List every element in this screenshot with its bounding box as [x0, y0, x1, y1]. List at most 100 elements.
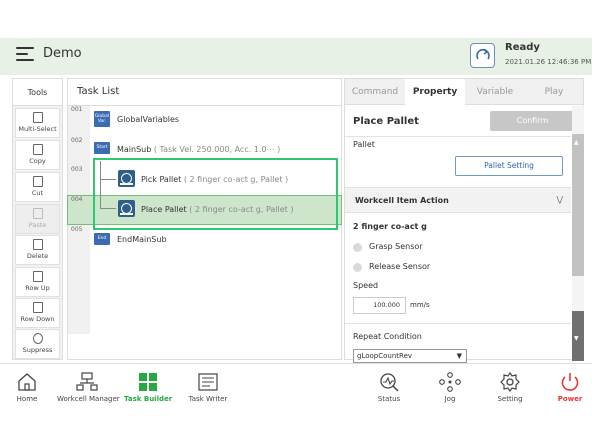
start-badge: Start — [94, 142, 110, 154]
row-down-icon — [32, 302, 43, 313]
tab-property[interactable]: Property — [405, 79, 465, 105]
paste-button[interactable]: Paste — [15, 204, 60, 234]
radio-button — [353, 263, 362, 272]
home-icon — [18, 373, 36, 391]
task-row-endmainsub[interactable]: End EndMainSub — [92, 232, 340, 248]
bottom-navigation: Home Workcell Manager Task Builder Task … — [0, 363, 592, 420]
cut-icon — [32, 176, 43, 187]
refresh-icon — [476, 48, 490, 60]
divider — [345, 323, 571, 324]
tab-command[interactable]: Command — [345, 79, 405, 105]
repeat-condition-dropdown[interactable]: gLoopCountRev ▼ — [353, 349, 467, 363]
task-builder-icon — [139, 373, 157, 391]
divider — [345, 136, 571, 137]
radio-button — [353, 243, 362, 252]
row-number: 005 — [71, 226, 83, 233]
task-params: ( Task Vel. 250.000, Acc. 1.0⋯ ) — [153, 145, 281, 154]
global-var-badge: Global Var. — [94, 111, 110, 127]
section-title: Workcell Item Action — [355, 196, 449, 205]
nav-label: Power — [557, 395, 583, 403]
tools-title: Tools — [13, 79, 62, 106]
copy-button[interactable]: Copy — [15, 140, 60, 170]
paste-icon — [32, 208, 43, 219]
tool-label: Copy — [29, 157, 46, 165]
tool-label: Multi-Select — [18, 125, 57, 133]
row-down-button[interactable]: Row Down — [15, 298, 60, 328]
suppress-button[interactable]: Suppress — [15, 329, 60, 359]
multi-select-button[interactable]: Multi-Select — [15, 108, 60, 138]
workcell-item-action-header[interactable]: Workcell Item Action ⋁ — [345, 187, 571, 213]
scrollbar-thumb[interactable] — [572, 134, 584, 276]
confirm-button[interactable]: Confirm — [490, 111, 575, 131]
task-row-global-variables[interactable]: Global Var. GlobalVariables — [92, 111, 340, 131]
task-label: EndMainSub — [117, 235, 167, 244]
robot-status-button[interactable] — [470, 43, 495, 68]
option-label: Release Sensor — [369, 262, 431, 271]
delete-button[interactable]: Delete — [15, 235, 60, 265]
app-title: Demo — [43, 46, 82, 61]
task-label: MainSub ( Task Vel. 250.000, Acc. 1.0⋯ ) — [117, 145, 280, 154]
grasp-sensor-option[interactable]: Grasp Sensor — [353, 241, 503, 253]
nav-jog[interactable]: Jog — [436, 372, 464, 403]
task-name: MainSub — [117, 145, 152, 154]
row-up-icon — [32, 271, 43, 282]
nav-label: Workcell Manager — [57, 395, 120, 403]
end-badge: End — [94, 233, 110, 245]
workcell-icon — [76, 372, 98, 391]
divider — [68, 105, 341, 106]
tool-label: Row Down — [20, 315, 55, 323]
row-number: 003 — [71, 166, 83, 173]
task-writer-icon — [198, 373, 218, 391]
copy-icon — [32, 144, 43, 155]
nav-task-writer[interactable]: Task Writer — [188, 372, 228, 403]
pallet-setting-button[interactable]: Pallet Setting — [455, 156, 563, 176]
row-number: 001 — [71, 106, 83, 113]
pallet-group-highlight — [93, 158, 338, 230]
tab-play[interactable]: Play — [525, 79, 583, 105]
pallet-label: Pallet — [353, 140, 375, 149]
option-label: Grasp Sensor — [369, 242, 423, 251]
task-row-mainsub[interactable]: Start MainSub ( Task Vel. 250.000, Acc. … — [92, 141, 340, 159]
tool-label: Suppress — [22, 346, 53, 354]
row-number: 002 — [71, 137, 83, 144]
menu-icon[interactable] — [16, 47, 34, 61]
workcell-item-name: 2 finger co-act g — [353, 222, 427, 231]
suppress-icon — [32, 333, 43, 344]
scroll-up-icon[interactable]: ▲ — [574, 139, 579, 146]
status-timestamp: 2021.01.26 12:46:36 PM — [505, 58, 592, 66]
dropdown-value: gLoopCountRev — [357, 352, 413, 360]
row-up-button[interactable]: Row Up — [15, 267, 60, 297]
nav-label: Home — [16, 395, 38, 403]
nav-power[interactable]: Power — [556, 372, 584, 403]
nav-setting[interactable]: Setting — [494, 372, 526, 403]
speed-label: Speed — [353, 281, 379, 290]
speed-input[interactable]: 100.000 — [353, 297, 406, 314]
property-panel: Command Property Variable Play Place Pal… — [344, 78, 584, 363]
release-sensor-option[interactable]: Release Sensor — [353, 261, 503, 273]
tool-label: Cut — [31, 189, 44, 197]
tools-panel: Tools Multi-Select Copy Cut Paste Delete… — [12, 78, 63, 360]
tool-label: Row Up — [25, 284, 50, 292]
property-title: Place Pallet — [353, 116, 419, 127]
nav-label: Task Builder — [124, 395, 173, 403]
gear-icon — [500, 372, 520, 392]
nav-label: Task Writer — [188, 395, 228, 403]
power-icon — [561, 373, 579, 391]
nav-home[interactable]: Home — [12, 372, 42, 403]
nav-workcell-manager[interactable]: Workcell Manager — [57, 372, 120, 403]
nav-task-builder[interactable]: Task Builder — [124, 372, 172, 403]
chevron-down-icon: ⋁ — [556, 195, 563, 204]
app-header: Demo Ready 2021.01.26 12:46:36 PM — [0, 38, 592, 75]
tool-label: Paste — [28, 221, 47, 229]
speed-unit: mm/s — [410, 301, 430, 309]
task-list-title: Task List — [77, 86, 120, 97]
row-number: 004 — [71, 196, 83, 203]
task-label: GlobalVariables — [117, 115, 180, 124]
nav-status[interactable]: Status — [374, 372, 404, 403]
status-label: Ready — [505, 42, 540, 53]
scroll-down-icon[interactable]: ▼ — [574, 335, 579, 342]
cut-button[interactable]: Cut — [15, 172, 60, 202]
trash-icon — [32, 239, 43, 250]
tab-variable[interactable]: Variable — [465, 79, 525, 105]
caret-down-icon: ▼ — [456, 352, 462, 360]
